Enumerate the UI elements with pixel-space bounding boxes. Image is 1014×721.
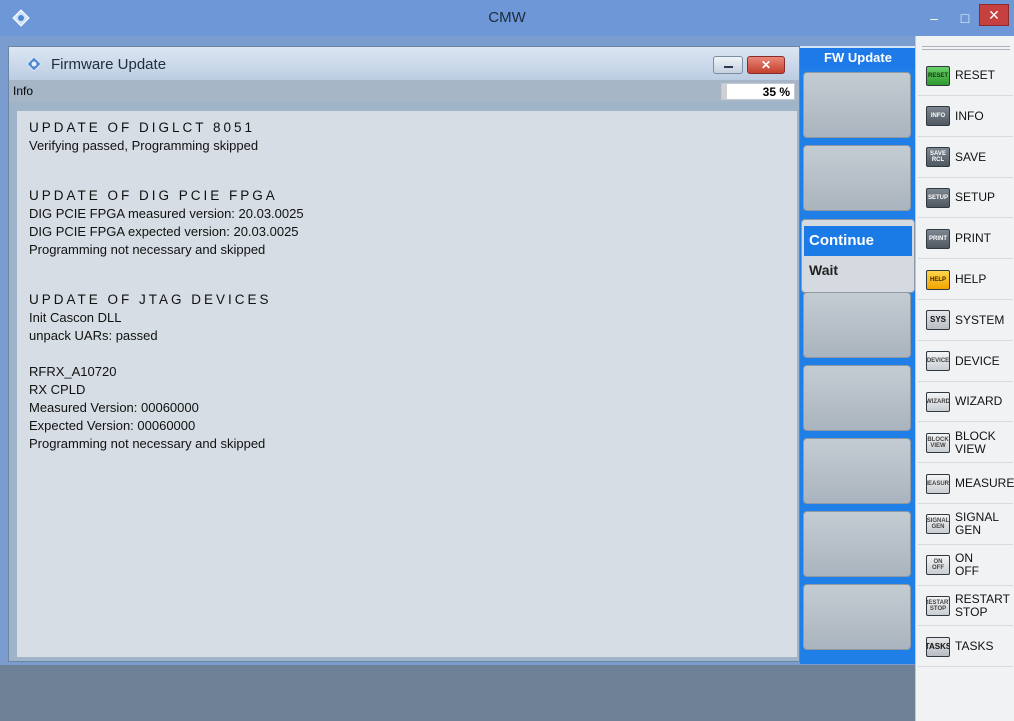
- save-rcl-icon: SAVE RCL: [926, 147, 950, 168]
- log-line: Programming not necessary and skipped: [29, 242, 266, 257]
- hardkey-label: INFO: [955, 108, 984, 123]
- info-bar: Info 35 %: [9, 80, 799, 102]
- hardkey-label: MEASURE: [955, 476, 1014, 490]
- log-spacer: [29, 155, 785, 173]
- hardkey-sys[interactable]: SYS SYSTEM: [918, 301, 1013, 341]
- hardkey-measure[interactable]: MEASURE MEASURE: [918, 464, 1014, 504]
- minimize-button[interactable]: –: [920, 6, 948, 30]
- log-section-heading: UPDATE OF DIG PCIE FPGA: [29, 188, 278, 203]
- dialog-close-button[interactable]: ✕: [747, 56, 785, 74]
- window-title: CMW: [488, 9, 526, 26]
- hardkey-label: TASKS: [955, 639, 994, 654]
- softkey-7[interactable]: [803, 511, 911, 577]
- log-line: Measured Version: 00060000: [29, 400, 199, 415]
- dialog-title-bar[interactable]: Firmware Update ✕: [9, 47, 799, 80]
- hardkey-label: HELP: [955, 272, 987, 286]
- status-bar: [0, 665, 915, 721]
- measure-icon: MEASURE: [926, 473, 950, 494]
- update-log: UPDATE OF DIGLCT 8051 Verifying passed, P…: [17, 111, 797, 657]
- hardkey-label: SYSTEM: [955, 312, 1005, 327]
- softkey-continue-wait[interactable]: Continue Wait: [801, 219, 915, 293]
- progress-indicator: 35 %: [721, 83, 795, 100]
- block-view-icon: BLOCK VIEW: [926, 432, 950, 453]
- hardkey-restart-stop[interactable]: RESTART STOPRESTART STOP: [918, 586, 1013, 627]
- hardkey-label: RESTART STOP: [955, 591, 1010, 619]
- softkey-2[interactable]: [803, 145, 911, 211]
- hardkey-tasks[interactable]: TASKS TASKS: [918, 627, 1013, 668]
- info-label: Info: [13, 84, 34, 98]
- progress-fill: [722, 84, 727, 99]
- sys-icon: SYS: [926, 310, 950, 331]
- log-line: DIG PCIE FPGA expected version: 20.03.00…: [29, 224, 299, 239]
- hardkey-label: RESET: [955, 68, 996, 82]
- hardkey-label: WIZARD: [955, 394, 1003, 409]
- softkey-4[interactable]: [803, 292, 911, 358]
- device-icon: DEVICE: [926, 351, 950, 372]
- wait-option[interactable]: Wait: [804, 258, 912, 282]
- hardkey-label: SAVE: [955, 149, 987, 164]
- hardkey-setup[interactable]: SETUP SETUP: [918, 178, 1013, 219]
- log-line: unpack UARs: passed: [29, 328, 158, 343]
- hardkey-label: BLOCK VIEW: [955, 428, 996, 456]
- softkey-1[interactable]: [803, 72, 911, 138]
- hardkey-device[interactable]: DEVICE DEVICE: [918, 342, 1013, 382]
- log-line: DIG PCIE FPGA measured version: 20.03.00…: [29, 206, 304, 221]
- close-button[interactable]: ✕: [979, 4, 1009, 26]
- log-spacer: [29, 259, 785, 277]
- print-icon: PRINT: [926, 228, 950, 249]
- help-icon: HELP: [926, 269, 950, 290]
- log-spacer: [29, 277, 785, 291]
- hardkey-label: DEVICE: [955, 353, 1000, 368]
- log-line: Verifying passed, Programming skipped: [29, 138, 259, 153]
- hardkey-wizard[interactable]: WIZARD WIZARD: [918, 382, 1013, 423]
- firmware-update-dialog: Firmware Update ✕ Info 35 % UPDATE OF DI…: [8, 46, 800, 662]
- hardkey-panel: RESET RESET INFO INFO SAVE RCL SAVE SETUP SETUP…: [915, 36, 1014, 721]
- on-off-icon: ON OFF: [926, 555, 950, 576]
- reset-icon: RESET: [926, 65, 950, 86]
- log-line: Programming not necessary and skipped: [29, 436, 266, 451]
- log-line: Expected Version: 00060000: [29, 418, 196, 433]
- softkey-5[interactable]: [803, 365, 911, 431]
- softkey-panel: FW Update Continue Wait: [800, 46, 916, 664]
- setup-icon: SETUP: [926, 187, 950, 208]
- wizard-icon: WIZARD: [926, 391, 950, 412]
- log-spacer: [29, 173, 785, 187]
- tasks-icon: TASKS: [926, 636, 950, 657]
- hardkey-block-view[interactable]: BLOCK VIEW BLOCK VIEW: [918, 423, 1013, 464]
- softkey-8[interactable]: [803, 584, 911, 650]
- hardkey-label: PRINT: [955, 231, 991, 246]
- hardkey-info[interactable]: INFO INFO: [918, 97, 1013, 137]
- maximize-button[interactable]: □: [952, 6, 978, 30]
- continue-option[interactable]: Continue: [804, 226, 912, 256]
- log-line: Init Cascon DLL: [29, 310, 122, 325]
- log-line: RFRX_A10720: [29, 364, 117, 379]
- dialog-diamond-icon: [26, 56, 42, 72]
- dialog-title: Firmware Update: [51, 56, 167, 73]
- title-bar[interactable]: CMW – □ ✕: [0, 0, 1014, 36]
- panel-grip[interactable]: [922, 46, 1010, 50]
- hardkey-print[interactable]: PRINT PRINT: [918, 219, 1013, 260]
- signal-gen-icon: SIGNAL GEN: [926, 514, 950, 535]
- app-window: CMW – □ ✕ Firmware Update ✕ Info 35 % UP…: [0, 0, 1014, 721]
- hardkey-label: SIGNAL GEN: [955, 510, 1000, 538]
- progress-text: 35 %: [762, 85, 790, 99]
- hardkey-signal-gen[interactable]: SIGNAL GEN SIGNAL GEN: [918, 505, 1013, 545]
- log-line: RX CPLD: [29, 382, 86, 397]
- log-section-heading: UPDATE OF DIGLCT 8051: [29, 120, 256, 135]
- hardkey-label: ON OFF: [955, 551, 979, 579]
- info-icon: INFO: [926, 106, 950, 127]
- log-section-heading: UPDATE OF JTAG DEVICES: [29, 292, 272, 307]
- hardkey-save-rcl[interactable]: SAVE RCL SAVE: [918, 138, 1013, 178]
- dialog-minimize-button[interactable]: [713, 56, 743, 74]
- log-spacer: [29, 345, 785, 363]
- hardkey-help[interactable]: HELP HELP: [918, 260, 1013, 300]
- softkey-header: FW Update: [800, 46, 916, 68]
- restart-stop-icon: RESTART STOP: [926, 595, 950, 616]
- hardkey-label: SETUP: [955, 190, 996, 205]
- hardkey-reset[interactable]: RESET RESET: [918, 56, 1013, 96]
- softkey-6[interactable]: [803, 438, 911, 504]
- hardkey-on-off[interactable]: ON OFF ON OFF: [918, 546, 1013, 586]
